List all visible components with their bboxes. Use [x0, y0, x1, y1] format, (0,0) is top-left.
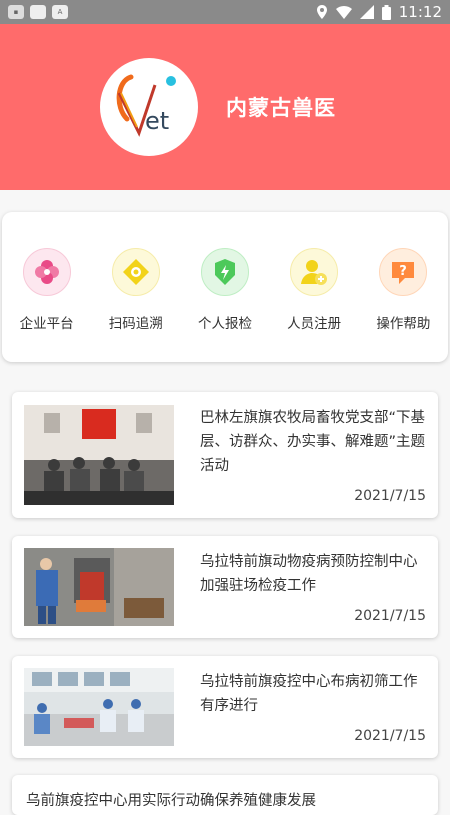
signal-icon	[359, 5, 374, 19]
news-thumbnail	[24, 405, 174, 505]
svg-text:et: et	[145, 107, 169, 135]
app-title: 内蒙古兽医	[226, 96, 336, 120]
flower-icon	[22, 248, 71, 296]
notification-icon: ▪	[8, 5, 24, 19]
news-list: 巴林左旗旗农牧局畜牧党支部“下基层、访群众、办实事、解难题”主题活动 2021/…	[12, 392, 438, 776]
menu-enterprise-platform[interactable]: 企业平台	[4, 248, 90, 332]
notification-icon: A	[52, 5, 68, 19]
menu-label: 人员注册	[287, 316, 342, 332]
news-title: 乌拉特前旗动物疫病预防控制中心加强驻场检疫工作	[200, 554, 418, 594]
news-thumbnail	[24, 668, 174, 746]
shield-icon	[200, 248, 249, 296]
user-add-icon	[290, 248, 339, 296]
news-item[interactable]: 乌前旗疫控中心用实际行动确保养殖健康发展	[12, 775, 438, 815]
news-item[interactable]: 乌拉特前旗动物疫病预防控制中心加强驻场检疫工作 2021/7/15	[12, 536, 438, 638]
menu-label: 扫码追溯	[108, 316, 163, 332]
notification-icon	[30, 5, 46, 19]
menu-label: 企业平台	[19, 316, 74, 332]
battery-icon	[381, 4, 391, 20]
news-item[interactable]: 巴林左旗旗农牧局畜牧党支部“下基层、访群众、办实事、解难题”主题活动 2021/…	[12, 392, 438, 518]
menu-label: 操作帮助	[376, 316, 431, 332]
menu-label: 个人报检	[197, 316, 252, 332]
news-item[interactable]: 乌拉特前旗疫控中心布病初筛工作有序进行 2021/7/15	[12, 656, 438, 758]
news-date: 2021/7/15	[354, 608, 426, 624]
vet-logo-icon: et	[116, 74, 176, 137]
news-date: 2021/7/15	[354, 728, 426, 744]
menu-help[interactable]: ? 操作帮助	[360, 248, 446, 332]
scan-icon	[111, 248, 160, 296]
news-date: 2021/7/15	[354, 488, 426, 504]
quick-menu: 企业平台 扫码追溯 个人报检 人员注册 ? 操作帮助	[2, 212, 448, 362]
wifi-icon	[335, 6, 352, 19]
svg-text:?: ?	[400, 264, 408, 279]
news-title: 乌拉特前旗疫控中心布病初筛工作有序进行	[200, 674, 418, 714]
status-bar: ▪ A 11:12	[0, 0, 450, 24]
news-title: 巴林左旗旗农牧局畜牧党支部“下基层、访群众、办实事、解难题”主题活动	[200, 410, 426, 474]
location-icon	[316, 5, 327, 19]
help-icon: ?	[379, 248, 428, 296]
app-header: et 内蒙古兽医	[0, 24, 450, 190]
menu-staff-register[interactable]: 人员注册	[271, 248, 357, 332]
menu-scan-trace[interactable]: 扫码追溯	[93, 248, 179, 332]
menu-personal-inspection[interactable]: 个人报检	[182, 248, 268, 332]
news-thumbnail	[24, 548, 174, 626]
app-logo: et	[100, 58, 198, 156]
clock: 11:12	[398, 3, 442, 21]
